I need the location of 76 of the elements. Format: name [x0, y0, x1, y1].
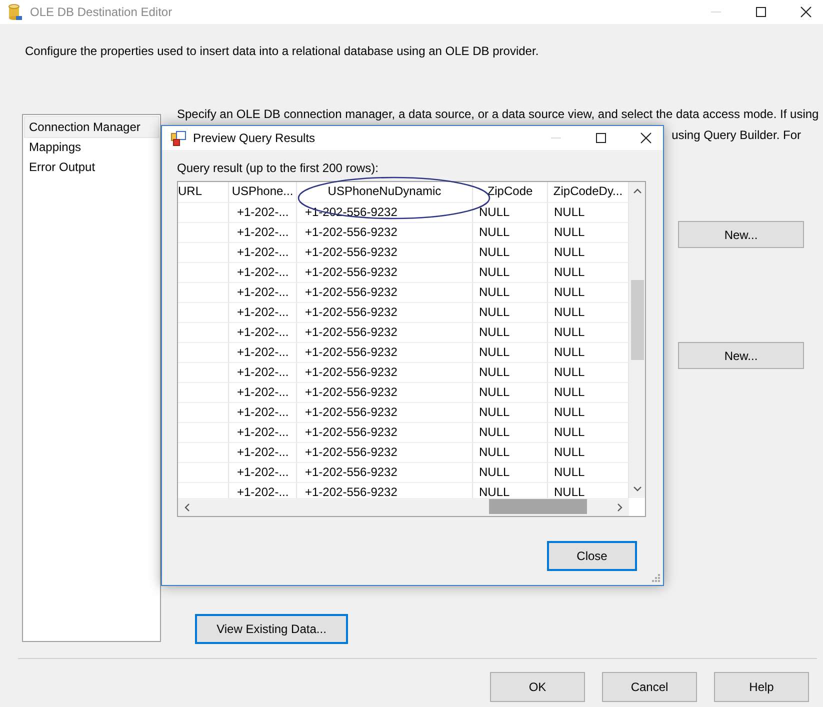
- table-cell: NULL: [473, 223, 548, 242]
- table-cell: +1-202-...: [229, 303, 297, 322]
- table-cell: +1-202-...: [229, 283, 297, 302]
- column-header[interactable]: ZipCode: [473, 182, 548, 202]
- query-result-label: Query result (up to the first 200 rows):: [177, 161, 380, 177]
- table-cell: NULL: [473, 363, 548, 382]
- table-cell: +1-202-...: [229, 443, 297, 462]
- dialog-button[interactable]: Cancel: [602, 672, 697, 702]
- dialog-button[interactable]: OK: [490, 672, 585, 702]
- table-cell: NULL: [473, 263, 548, 282]
- table-cell: NULL: [473, 383, 548, 402]
- sidebar-item[interactable]: Error Output: [25, 157, 158, 177]
- table-cell: NULL: [473, 283, 548, 302]
- table-cell: +1-202-...: [229, 263, 297, 282]
- table-cell: +1-202-556-9232: [297, 323, 473, 342]
- table-cell: NULL: [473, 403, 548, 422]
- table-cell: +1-202-556-9232: [297, 363, 473, 382]
- column-header[interactable]: URL: [178, 182, 229, 202]
- vertical-scrollbar[interactable]: [629, 182, 645, 498]
- sidebar-item[interactable]: Mappings: [25, 137, 158, 157]
- table-cell: NULL: [473, 243, 548, 262]
- table-cell: +1-202-556-9232: [297, 283, 473, 302]
- table-cell: NULL: [473, 443, 548, 462]
- close-icon[interactable]: [800, 6, 812, 18]
- table-cell: +1-202-...: [229, 383, 297, 402]
- new-button[interactable]: New...: [678, 221, 804, 248]
- table-cell: +1-202-556-9232: [297, 443, 473, 462]
- resize-grip-icon[interactable]: [652, 574, 660, 582]
- table-icon: [171, 130, 186, 146]
- database-icon: [8, 4, 22, 20]
- table-cell: +1-202-...: [229, 403, 297, 422]
- instructions-text: using Query Builder. For: [672, 128, 801, 143]
- scroll-right-icon[interactable]: [617, 502, 623, 512]
- table-cell: NULL: [473, 303, 548, 322]
- table-cell: +1-202-556-9232: [297, 343, 473, 362]
- description-text: Configure the properties used to insert data into a relational database using an OLE DB provider.: [24, 43, 540, 60]
- maximize-icon[interactable]: [755, 6, 767, 18]
- table-cell: NULL: [473, 463, 548, 482]
- table-cell: +1-202-556-9232: [297, 383, 473, 402]
- table-cell: +1-202-556-9232: [297, 403, 473, 422]
- dialog-button[interactable]: Help: [714, 672, 809, 702]
- table-cell: NULL: [473, 203, 548, 222]
- table-cell: NULL: [473, 343, 548, 362]
- scroll-left-icon[interactable]: [184, 502, 190, 512]
- column-header[interactable]: USPhone...: [229, 182, 297, 202]
- sidebar-item[interactable]: Connection Manager: [25, 117, 158, 137]
- table-cell: +1-202-...: [229, 203, 297, 222]
- table-cell: +1-202-556-9232: [297, 243, 473, 262]
- new-button[interactable]: New...: [678, 342, 804, 369]
- close-button[interactable]: Close: [547, 541, 637, 571]
- window-title: OLE DB Destination Editor: [30, 5, 174, 19]
- column-header[interactable]: USPhoneNuDynamic: [297, 182, 473, 202]
- table-cell: +1-202-...: [229, 363, 297, 382]
- scroll-thumb[interactable]: [631, 280, 644, 360]
- scroll-down-icon[interactable]: [632, 486, 642, 492]
- table-cell: +1-202-...: [229, 323, 297, 342]
- table-cell: +1-202-...: [229, 423, 297, 442]
- table-cell: +1-202-...: [229, 223, 297, 242]
- dialog-title: Preview Query Results: [193, 131, 316, 145]
- table-cell: +1-202-...: [229, 343, 297, 362]
- table-cell: +1-202-556-9232: [297, 223, 473, 242]
- table-cell: +1-202-556-9232: [297, 423, 473, 442]
- table-cell: +1-202-556-9232: [297, 263, 473, 282]
- scroll-thumb[interactable]: [489, 499, 587, 514]
- view-existing-data-button[interactable]: View Existing Data...: [195, 614, 348, 644]
- instructions-text: Specify an OLE DB connection manager, a data source, or a data source view, and select the data access mode. If using: [177, 107, 820, 122]
- table-cell: NULL: [473, 323, 548, 342]
- table-cell: +1-202-556-9232: [297, 303, 473, 322]
- scroll-up-icon[interactable]: [632, 188, 642, 194]
- table-cell: +1-202-...: [229, 243, 297, 262]
- table-cell: +1-202-556-9232: [297, 463, 473, 482]
- table-cell: +1-202-...: [229, 463, 297, 482]
- maximize-icon[interactable]: [595, 132, 607, 144]
- table-cell: NULL: [473, 423, 548, 442]
- close-icon[interactable]: [640, 132, 652, 144]
- horizontal-scrollbar[interactable]: [178, 498, 629, 516]
